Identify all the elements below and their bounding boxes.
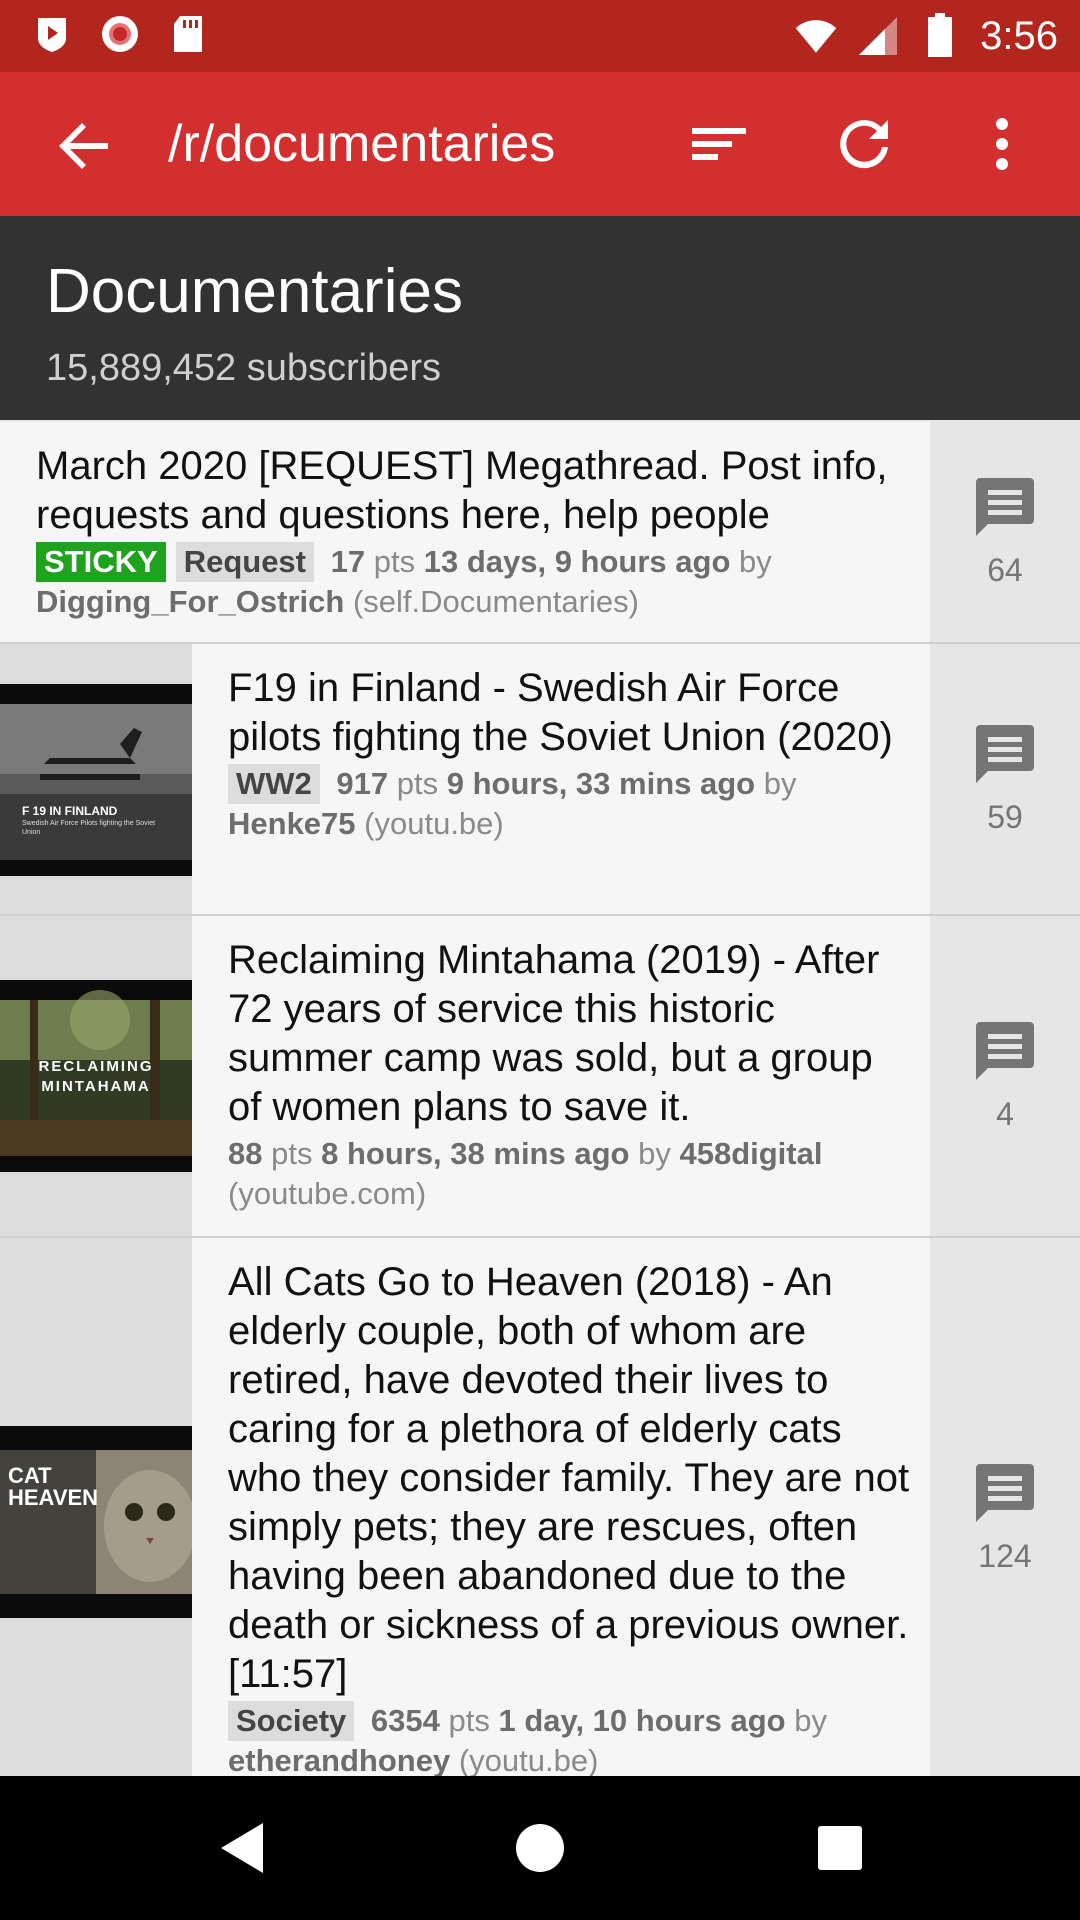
sd-card-icon <box>166 12 210 56</box>
post-points: 88 <box>228 1136 263 1171</box>
record-icon <box>98 12 142 56</box>
by-label: by <box>638 1136 671 1171</box>
by-label: by <box>763 766 797 801</box>
post-title: March 2020 [REQUEST] Megathread. Post in… <box>36 444 888 537</box>
flair-badge: Society <box>228 1701 355 1741</box>
subreddit-header: Documentaries 15,889,452 subscribers <box>0 216 1080 420</box>
by-label: by <box>794 1703 827 1738</box>
post-domain: (youtube.com) <box>228 1176 427 1211</box>
post-points: 6354 <box>370 1703 440 1738</box>
post-meta: Society 6354 pts 1 day, 10 hours ago by … <box>228 1701 910 1776</box>
subscriber-count: 15,889,452 subscribers <box>46 347 442 389</box>
comment-count: 4 <box>996 1095 1014 1132</box>
post-points: 917 <box>336 766 389 801</box>
app-bar: /r/documentaries <box>0 72 1080 216</box>
post-author[interactable]: Henke75 <box>228 806 356 841</box>
refresh-icon[interactable] <box>832 112 896 176</box>
comments-button[interactable]: 124 <box>930 1238 1080 1776</box>
comments-button[interactable]: 4 <box>930 916 1080 1236</box>
flair-badge: WW2 <box>228 764 320 804</box>
pts-label: pts <box>271 1136 313 1171</box>
post-item[interactable]: CAT HEAVEN All Cats Go to Heaven (2018) … <box>0 1238 1080 1776</box>
sticky-badge: STICKY <box>36 542 166 582</box>
status-bar: 3:56 <box>0 0 1080 72</box>
thumbnail-subcaption: Swedish Air Force Pilots fighting the So… <box>22 820 156 836</box>
comment-count: 64 <box>987 551 1023 588</box>
comment-icon <box>976 724 1034 783</box>
pts-label: pts <box>373 544 416 579</box>
post-author[interactable]: etherandhoney <box>228 1743 450 1776</box>
post-title: Reclaiming Mintahama (2019) - After 72 y… <box>228 938 880 1129</box>
comment-icon <box>976 477 1034 536</box>
post-points: 17 <box>330 544 366 579</box>
thumbnail-caption: F 19 IN FINLAND <box>22 804 118 818</box>
post-time: 9 hours, 33 mins ago <box>446 766 756 801</box>
post-body[interactable]: March 2020 [REQUEST] Megathread. Post in… <box>0 422 930 642</box>
comment-icon <box>976 1463 1034 1522</box>
subreddit-name: Documentaries <box>46 257 463 326</box>
wifi-icon <box>794 14 838 58</box>
page-title: /r/documentaries <box>168 115 556 173</box>
thumbnail-column: F 19 IN FINLAND Swedish Air Force Pilots… <box>0 644 192 914</box>
post-meta: STICKY Request 17 pts 13 days, 9 hours ag… <box>36 542 910 622</box>
post-list[interactable]: March 2020 [REQUEST] Megathread. Post in… <box>0 422 1080 1776</box>
thumbnail-column: CAT HEAVEN <box>0 1238 192 1776</box>
thumbnail-image <box>0 684 192 876</box>
back-arrow-icon[interactable] <box>52 114 116 178</box>
post-thumbnail[interactable]: CAT HEAVEN <box>0 1426 192 1618</box>
thumbnail-image <box>0 980 192 1172</box>
flair-badge: Request <box>175 542 314 582</box>
post-thumbnail[interactable]: F 19 IN FINLAND Swedish Air Force Pilots… <box>0 684 192 876</box>
pts-label: pts <box>396 766 439 801</box>
post-thumbnail[interactable]: RECLAIMING MINTAHAMA <box>0 980 192 1172</box>
nav-back-icon[interactable] <box>210 1816 274 1880</box>
comment-count: 59 <box>987 798 1023 835</box>
comments-button[interactable]: 59 <box>930 644 1080 914</box>
post-title: F19 in Finland - Swedish Air Force pilot… <box>228 666 893 759</box>
thumbnail-caption: RECLAIMING <box>38 1058 154 1075</box>
navigation-bar <box>0 1776 1080 1920</box>
thumbnail-column: RECLAIMING MINTAHAMA <box>0 916 192 1236</box>
post-item[interactable]: RECLAIMING MINTAHAMA Reclaiming Mintaham… <box>0 916 1080 1238</box>
thumbnail-image <box>0 1426 192 1618</box>
comments-button[interactable]: 64 <box>930 422 1080 642</box>
thumbnail-subcaption: MINTAHAMA <box>41 1078 151 1095</box>
post-time: 1 day, 10 hours ago <box>498 1703 786 1738</box>
post-body[interactable]: All Cats Go to Heaven (2018) - An elderl… <box>192 1238 930 1776</box>
comment-icon <box>976 1021 1034 1080</box>
post-meta: WW2 917 pts 9 hours, 33 mins ago by Henk… <box>228 764 910 844</box>
post-item[interactable]: March 2020 [REQUEST] Megathread. Post in… <box>0 422 1080 644</box>
post-domain: (self.Documentaries) <box>352 584 639 619</box>
by-label: by <box>739 544 772 579</box>
comment-count: 124 <box>978 1537 1032 1574</box>
post-time: 8 hours, 38 mins ago <box>321 1136 630 1171</box>
post-meta: 88 pts 8 hours, 38 mins ago by 458digita… <box>228 1134 910 1214</box>
pts-label: pts <box>448 1703 490 1738</box>
post-domain: (youtu.be) <box>458 1743 599 1776</box>
post-time: 13 days, 9 hours ago <box>423 544 731 579</box>
post-author[interactable]: Digging_For_Ostrich <box>36 584 344 619</box>
post-body[interactable]: Reclaiming Mintahama (2019) - After 72 y… <box>192 916 930 1236</box>
play-badge-icon <box>30 12 74 56</box>
post-body[interactable]: F19 in Finland - Swedish Air Force pilot… <box>192 644 930 914</box>
thumbnail-subcaption: HEAVEN <box>8 1485 99 1510</box>
nav-home-icon[interactable] <box>508 1816 572 1880</box>
sort-icon[interactable] <box>688 112 752 176</box>
post-title: All Cats Go to Heaven (2018) - An elderl… <box>228 1260 910 1696</box>
post-item[interactable]: F 19 IN FINLAND Swedish Air Force Pilots… <box>0 644 1080 916</box>
overflow-menu-icon[interactable] <box>970 112 1034 176</box>
clock: 3:56 <box>980 14 1058 58</box>
nav-recents-icon[interactable] <box>808 1816 872 1880</box>
post-domain: (youtu.be) <box>364 806 504 841</box>
post-author[interactable]: 458digital <box>679 1136 822 1171</box>
battery-icon <box>918 13 962 58</box>
signal-icon <box>856 14 900 58</box>
